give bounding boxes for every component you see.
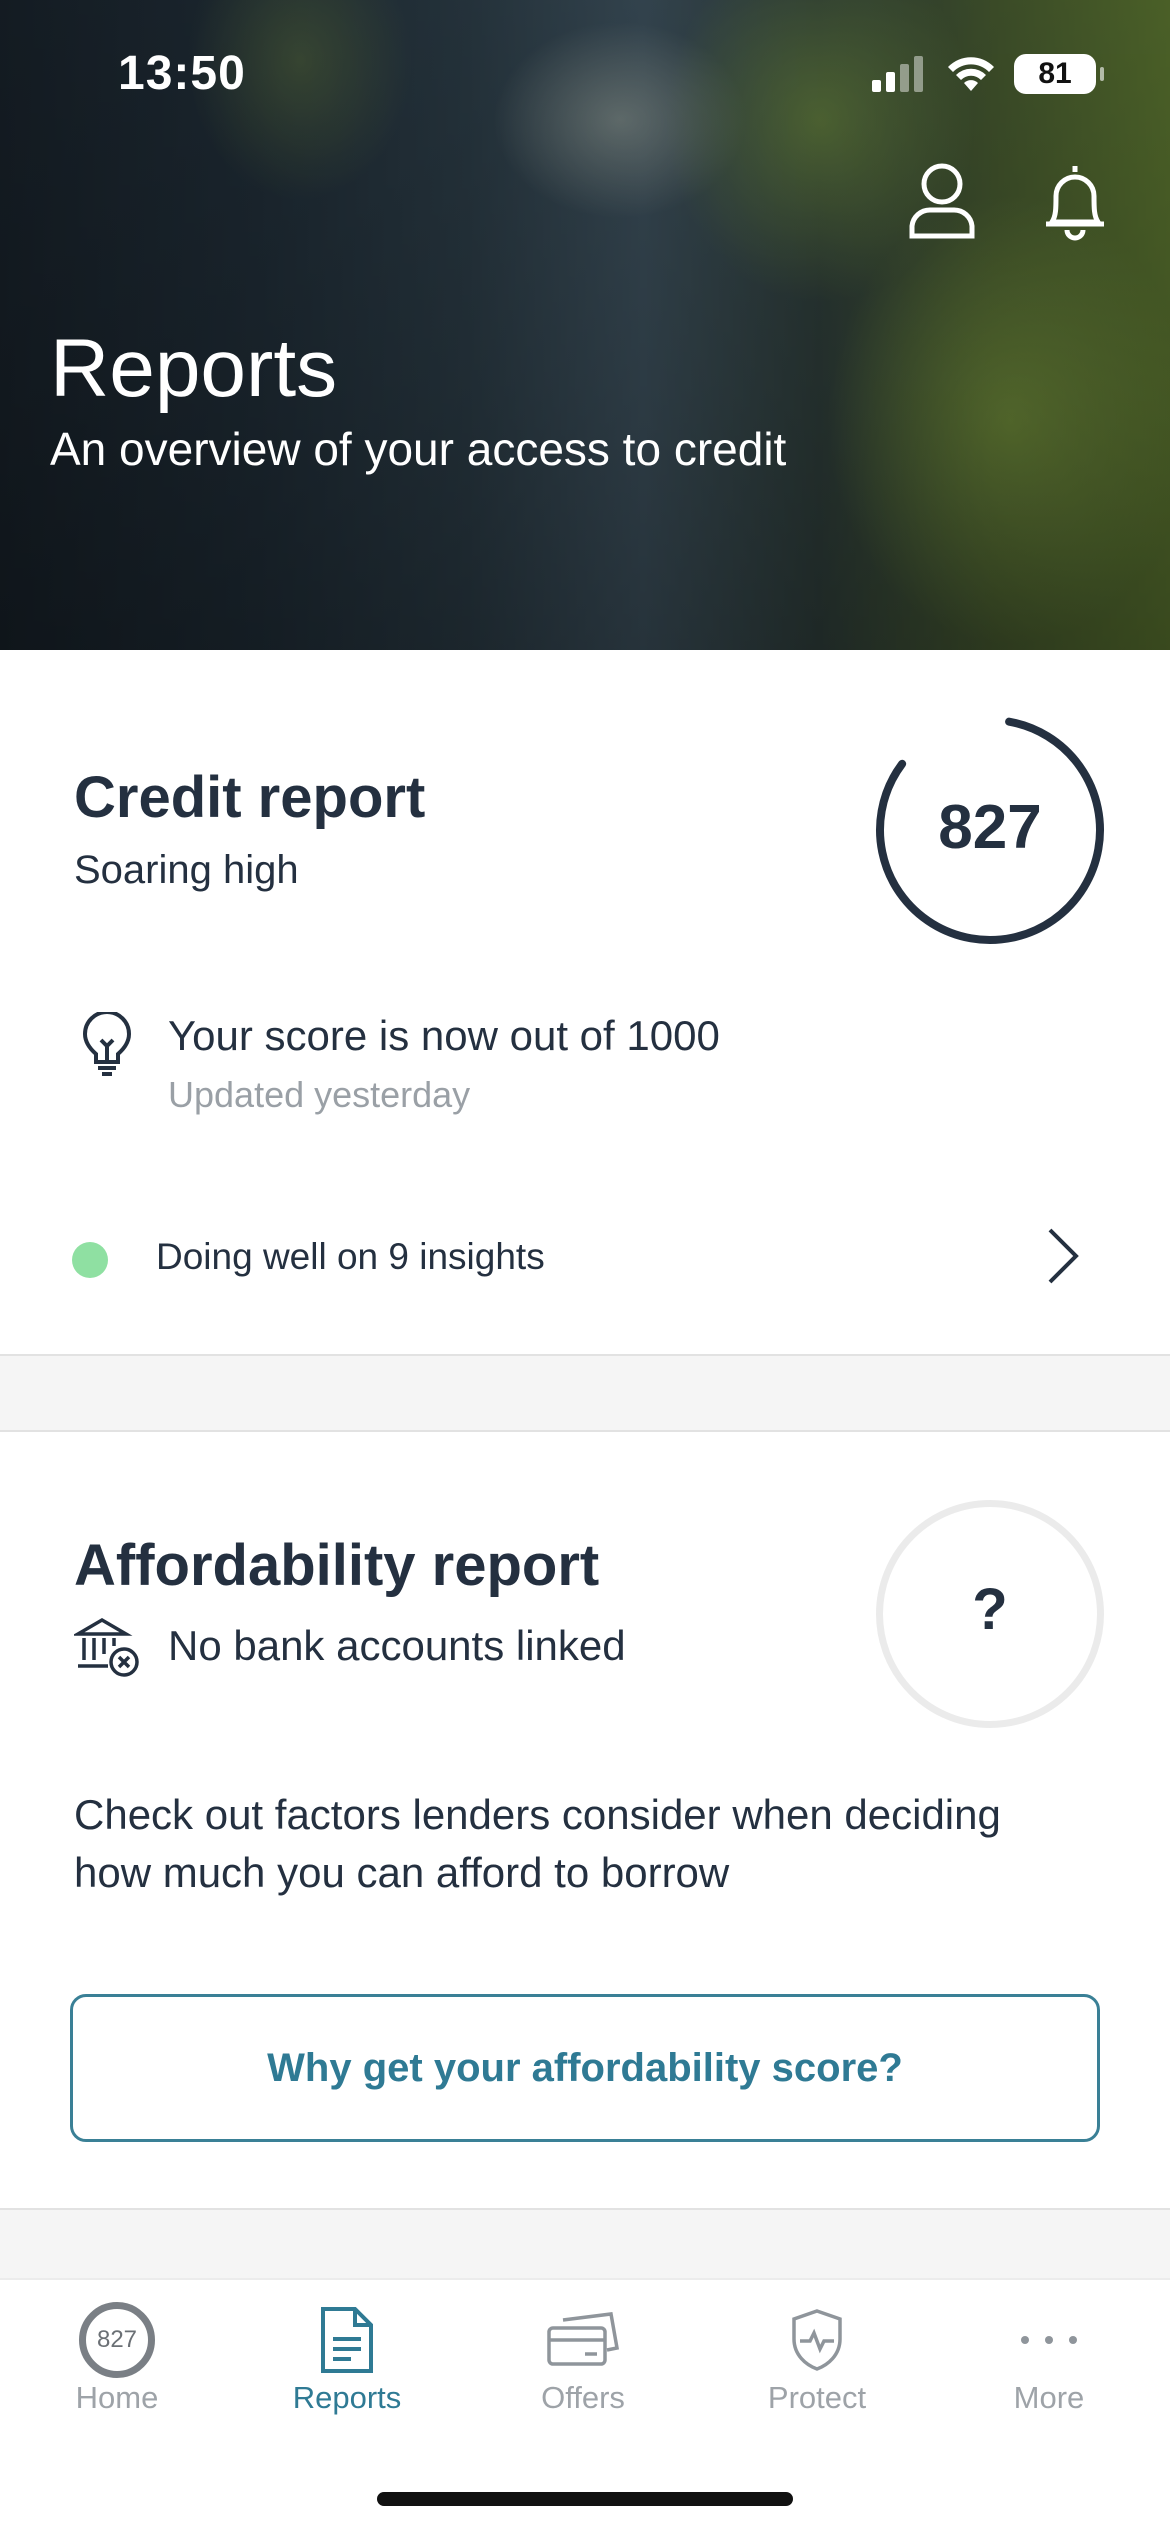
home-indicator — [377, 2492, 793, 2506]
tab-home[interactable]: 827 Home — [0, 2280, 234, 2440]
tab-protect-label: Protect — [767, 2380, 867, 2415]
more-dots-icon — [1007, 2298, 1091, 2382]
bank-unlinked-icon — [71, 1616, 140, 1683]
page-subtitle: An overview of your access to credit — [50, 423, 787, 475]
signal-icon — [872, 56, 923, 92]
tab-reports-label: Reports — [292, 2380, 402, 2415]
status-time: 13:50 — [118, 47, 246, 100]
shield-icon — [775, 2298, 859, 2382]
affordability-description: Check out factors lenders consider when … — [74, 1791, 1001, 1896]
score-tip: Your score is now out of 1000 — [168, 1012, 720, 1059]
wifi-icon — [948, 57, 994, 91]
score-updated: Updated yesterday — [168, 1074, 471, 1115]
affordability-report-card[interactable]: Affordability report No bank accounts li… — [0, 1430, 1170, 2210]
page-title: Reports — [50, 323, 338, 414]
tab-reports[interactable]: Reports — [230, 2280, 464, 2440]
home-score-badge: 827 — [79, 2302, 155, 2378]
status-icons: 81 — [872, 54, 1104, 94]
insights-label: Doing well on 9 insights — [156, 1236, 545, 1277]
credit-status: Soaring high — [74, 848, 299, 892]
insight-status-dot — [72, 1242, 108, 1278]
score-ring-icon: 827 — [75, 2298, 159, 2382]
tab-more[interactable]: More — [932, 2280, 1166, 2440]
tab-more-label: More — [1013, 2380, 1085, 2415]
bell-icon[interactable] — [1040, 160, 1110, 249]
tab-home-label: Home — [75, 2380, 159, 2415]
cards-icon — [541, 2298, 625, 2382]
battery-indicator: 81 — [1014, 54, 1104, 94]
credit-report-title: Credit report — [74, 765, 426, 830]
affordability-score-value: ? — [972, 1577, 1008, 1642]
profile-icon[interactable] — [906, 160, 978, 245]
credit-report-card[interactable]: Credit report Soaring high 827 Your scor… — [0, 650, 1170, 1356]
credit-score-value: 827 — [938, 793, 1042, 862]
chevron-right-icon — [1046, 1226, 1080, 1291]
tab-offers[interactable]: Offers — [466, 2280, 700, 2440]
affordability-title: Affordability report — [74, 1533, 600, 1598]
tab-offers-label: Offers — [541, 2380, 625, 2415]
tab-protect[interactable]: Protect — [700, 2280, 934, 2440]
why-affordability-button[interactable]: Why get your affordability score? — [70, 1994, 1100, 2142]
header-hero: 13:50 81 Reports An overview of your acc… — [0, 0, 1170, 650]
lightbulb-icon — [82, 1010, 132, 1083]
bank-status: No bank accounts linked — [168, 1622, 626, 1669]
insights-row[interactable]: Doing well on 9 insights — [0, 1190, 1170, 1310]
document-icon — [305, 2298, 389, 2382]
